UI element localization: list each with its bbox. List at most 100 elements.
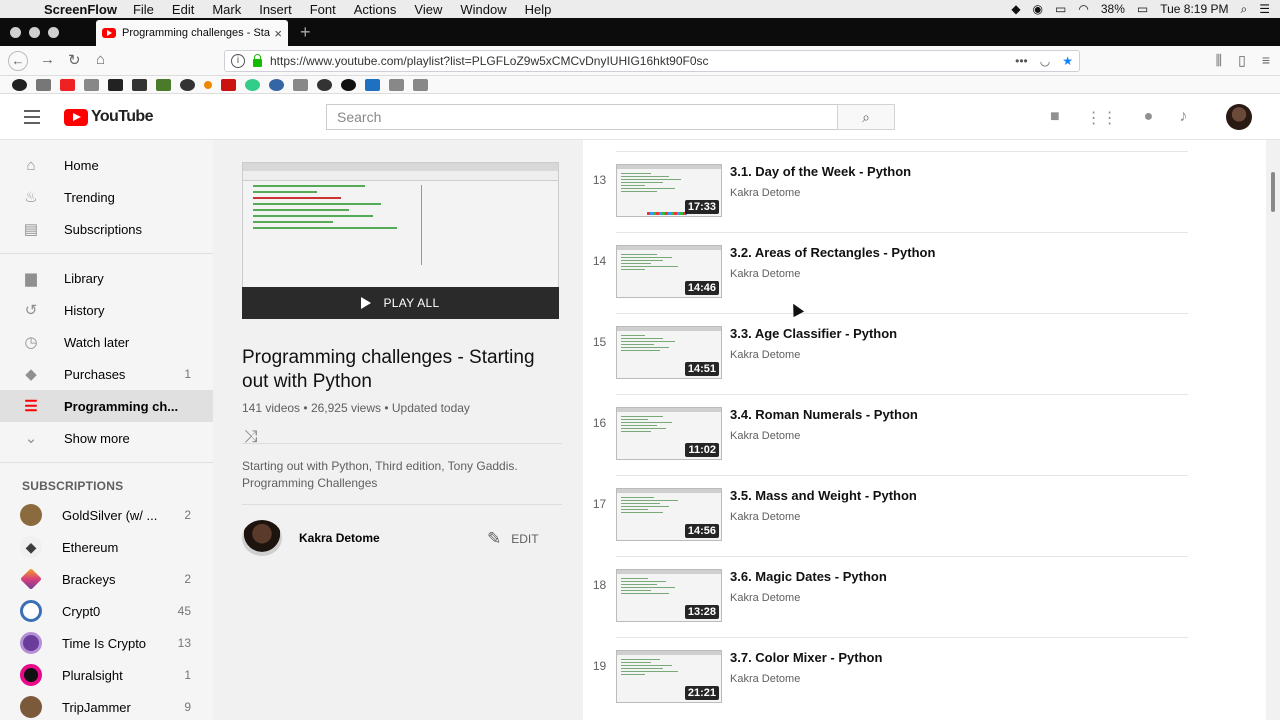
- subscription-goldsilver[interactable]: GoldSilver (w/ ... 2: [0, 499, 213, 531]
- video-thumbnail[interactable]: 13:28: [616, 569, 722, 622]
- bookmark-folder-icon[interactable]: [293, 78, 308, 91]
- subscription-crypt0[interactable]: Crypt0 45: [0, 595, 213, 627]
- video-title[interactable]: 3.6. Magic Dates - Python: [730, 569, 887, 584]
- bookmark-icon[interactable]: [180, 78, 195, 91]
- browser-tab-active[interactable]: Programming challenges - Star ×: [96, 20, 288, 46]
- notifications-bell-icon[interactable]: ♪: [1179, 108, 1187, 128]
- video-thumbnail[interactable]: 11:02: [616, 407, 722, 460]
- youtube-logo[interactable]: YouTube: [64, 108, 153, 126]
- bookmark-icon[interactable]: [245, 78, 260, 91]
- sidebar-item-programming-challenges[interactable]: ☰ Programming ch...: [0, 390, 213, 422]
- subscription-time-is-crypto[interactable]: Time Is Crypto 13: [0, 627, 213, 659]
- edit-button[interactable]: ✎ EDIT: [487, 529, 539, 549]
- page-scrollbar[interactable]: [1266, 140, 1280, 720]
- pocket-icon[interactable]: ◡: [1040, 54, 1050, 68]
- video-thumbnail[interactable]: 17:33: [616, 164, 722, 217]
- playlist-title[interactable]: Programming challenges - Starting out wi…: [242, 346, 562, 394]
- subscription-pluralsight[interactable]: Pluralsight 1: [0, 659, 213, 691]
- menu-mark[interactable]: Mark: [212, 2, 241, 17]
- playlist-video-row[interactable]: 18 13:28 3.6. Magic Dates - Python Kakra…: [583, 545, 1188, 638]
- sidebar-toggle-icon[interactable]: ▯: [1238, 52, 1246, 69]
- scrollbar-thumb[interactable]: [1271, 172, 1275, 212]
- search-button[interactable]: ⌕: [837, 104, 895, 130]
- guide-menu-icon[interactable]: [24, 110, 40, 128]
- clock[interactable]: Tue 8:19 PM: [1160, 2, 1228, 16]
- video-title[interactable]: 3.3. Age Classifier - Python: [730, 326, 897, 341]
- bookmark-icon[interactable]: [341, 78, 356, 91]
- shuffle-icon[interactable]: ⤨: [244, 427, 258, 447]
- menu-actions[interactable]: Actions: [354, 2, 397, 17]
- video-title[interactable]: 3.2. Areas of Rectangles - Python: [730, 245, 935, 260]
- apps-grid-icon[interactable]: ⋮⋮: [1086, 108, 1118, 128]
- bookmark-folder-icon[interactable]: [36, 78, 51, 91]
- video-title[interactable]: 3.5. Mass and Weight - Python: [730, 488, 917, 503]
- subscription-ethereum[interactable]: ◆ Ethereum: [0, 531, 213, 563]
- playlist-video-row[interactable]: 17 14:56 3.5. Mass and Weight - Python K…: [583, 464, 1188, 557]
- playlist-video-row[interactable]: 14 14:46 3.2. Areas of Rectangles - Pyth…: [583, 221, 1188, 314]
- messages-icon[interactable]: ●: [1144, 108, 1154, 128]
- bookmark-folder-icon[interactable]: [389, 78, 404, 91]
- video-thumbnail[interactable]: 14:51: [616, 326, 722, 379]
- menu-view[interactable]: View: [414, 2, 442, 17]
- playlist-video-row[interactable]: 13 17:33 3.1. Day of the Week - Python K…: [583, 140, 1188, 233]
- back-icon[interactable]: ←: [8, 51, 28, 71]
- bookmark-folder-icon[interactable]: [413, 78, 428, 91]
- screen-record-icon[interactable]: ◉: [1033, 2, 1043, 16]
- owner-name[interactable]: Kakra Detome: [299, 531, 380, 545]
- bookmark-icon[interactable]: [132, 78, 147, 91]
- notification-center-icon[interactable]: ☰: [1259, 2, 1270, 16]
- sidebar-item-trending[interactable]: ♨ Trending: [0, 181, 213, 213]
- sidebar-item-library[interactable]: ▆ Library: [0, 262, 213, 294]
- create-video-icon[interactable]: ■: [1050, 108, 1060, 128]
- close-tab-icon[interactable]: ×: [274, 26, 282, 41]
- dropbox-icon[interactable]: ◆: [1011, 2, 1020, 16]
- video-title[interactable]: 3.4. Roman Numerals - Python: [730, 407, 918, 422]
- bookmark-icon[interactable]: [12, 78, 27, 91]
- bookmark-wordpress-icon[interactable]: [269, 78, 284, 91]
- video-channel[interactable]: Kakra Detome: [730, 511, 800, 523]
- sidebar-item-purchases[interactable]: ◆ Purchases 1: [0, 358, 213, 390]
- menu-font[interactable]: Font: [310, 2, 336, 17]
- menu-insert[interactable]: Insert: [259, 2, 292, 17]
- video-channel[interactable]: Kakra Detome: [730, 430, 800, 442]
- playlist-video-row[interactable]: 15 14:51 3.3. Age Classifier - Python Ka…: [583, 302, 1188, 395]
- menu-window[interactable]: Window: [460, 2, 506, 17]
- site-info-icon[interactable]: i: [231, 54, 245, 68]
- video-title[interactable]: 3.7. Color Mixer - Python: [730, 650, 882, 665]
- video-thumbnail[interactable]: 14:46: [616, 245, 722, 298]
- home-browser-icon[interactable]: ⌂: [96, 51, 105, 68]
- menu-icon[interactable]: ≡: [1262, 52, 1270, 69]
- menu-app-name[interactable]: ScreenFlow: [44, 2, 117, 17]
- account-avatar[interactable]: [1226, 104, 1252, 130]
- search-input[interactable]: Search: [326, 104, 838, 130]
- airplay-icon[interactable]: ▭: [1055, 2, 1066, 16]
- menu-help[interactable]: Help: [525, 2, 552, 17]
- bookmark-icon[interactable]: [108, 78, 123, 91]
- video-title[interactable]: 3.1. Day of the Week - Python: [730, 164, 911, 179]
- close-window-button[interactable]: [10, 27, 21, 38]
- video-channel[interactable]: Kakra Detome: [730, 349, 800, 361]
- spotlight-icon[interactable]: ⌕: [1241, 2, 1248, 17]
- sidebar-item-watch-later[interactable]: ◷ Watch later: [0, 326, 213, 358]
- video-channel[interactable]: Kakra Detome: [730, 268, 800, 280]
- video-channel[interactable]: Kakra Detome: [730, 187, 800, 199]
- bookmark-folder-icon[interactable]: [84, 78, 99, 91]
- video-channel[interactable]: Kakra Detome: [730, 592, 800, 604]
- bookmark-icon[interactable]: [365, 78, 380, 91]
- menu-edit[interactable]: Edit: [172, 2, 194, 17]
- zoom-window-button[interactable]: [48, 27, 59, 38]
- new-tab-icon[interactable]: +: [300, 22, 311, 43]
- video-thumbnail[interactable]: 14:56: [616, 488, 722, 541]
- wifi-icon[interactable]: ◠: [1078, 2, 1088, 16]
- sidebar-item-history[interactable]: ↺ History: [0, 294, 213, 326]
- battery-icon[interactable]: ▭: [1137, 2, 1148, 16]
- bookmark-icon[interactable]: [317, 78, 332, 91]
- library-icon[interactable]: ⫼: [1216, 52, 1222, 69]
- bookmark-star-icon[interactable]: ★: [1062, 54, 1073, 68]
- video-thumbnail[interactable]: 21:21: [616, 650, 722, 703]
- url-text[interactable]: https://www.youtube.com/playlist?list=PL…: [270, 54, 1015, 68]
- battery-percent[interactable]: 38%: [1101, 2, 1125, 16]
- bookmark-icon[interactable]: [221, 78, 236, 91]
- subscription-brackeys[interactable]: Brackeys 2: [0, 563, 213, 595]
- sidebar-item-show-more[interactable]: ⌄ Show more: [0, 422, 213, 454]
